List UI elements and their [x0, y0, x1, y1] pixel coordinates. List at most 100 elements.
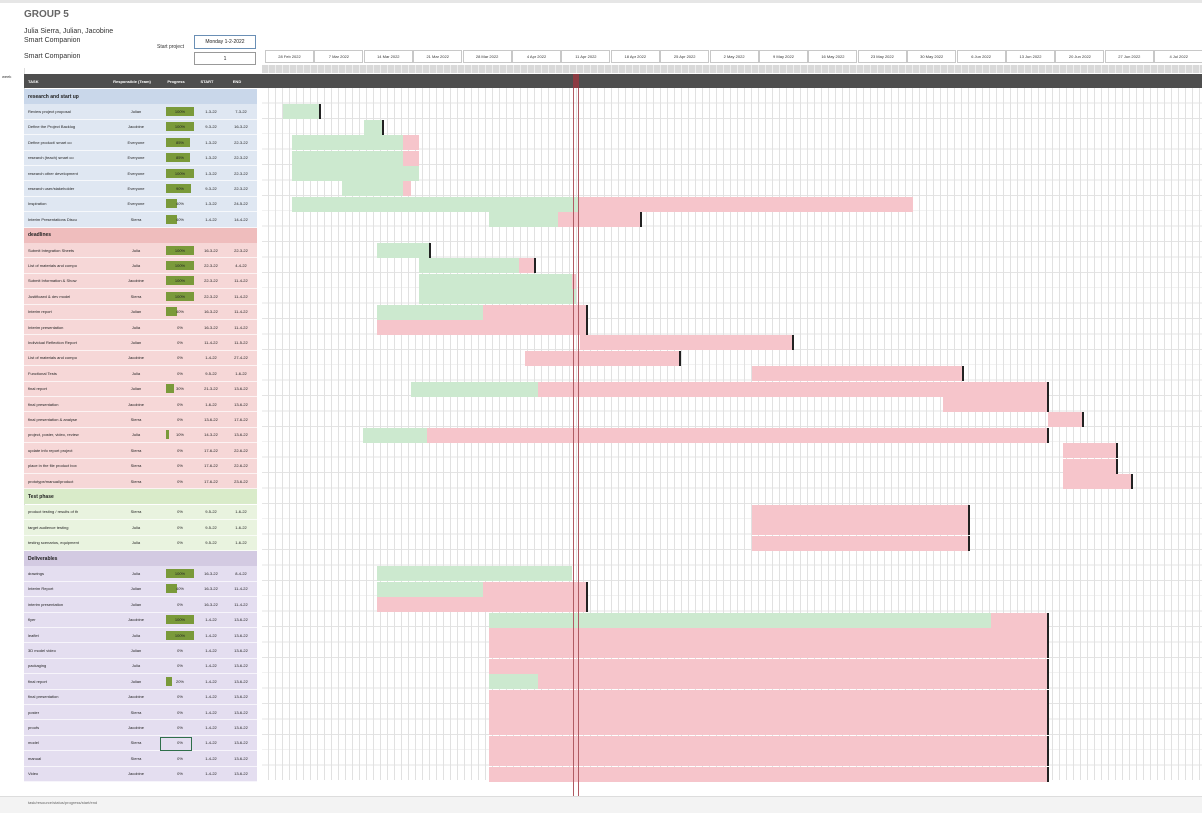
task-responsible[interactable]: Julia [108, 432, 164, 437]
task-name[interactable]: drawings [24, 571, 108, 576]
task-start[interactable]: 1-4-22 [196, 740, 226, 745]
task-end[interactable]: 22-6-22 [226, 463, 256, 468]
task-progress[interactable]: 100% [164, 106, 196, 117]
task-name[interactable]: prototype/manual/product [24, 479, 108, 484]
task-row[interactable]: final report Julian 30% 21-3-22 13-6-22 [24, 381, 257, 397]
task-end[interactable]: 13-6-22 [226, 633, 256, 638]
task-progress[interactable]: 0% [164, 707, 196, 718]
task-row[interactable]: research (teach) smart co Everyone 85% 1-3-… [24, 150, 257, 166]
task-progress[interactable]: 0% [164, 599, 196, 610]
task-row[interactable]: research user/stakeholder Everyone 90% 9-3-… [24, 181, 257, 197]
task-responsible[interactable]: Julian [108, 386, 164, 391]
task-end[interactable]: 13-6-22 [226, 432, 256, 437]
task-start[interactable]: 1-4-22 [196, 679, 226, 684]
task-progress[interactable]: 0% [164, 368, 196, 379]
task-start[interactable]: 1-4-22 [196, 663, 226, 668]
task-start[interactable]: 22-3-22 [196, 294, 226, 299]
task-progress[interactable]: 90% [164, 183, 196, 194]
task-name[interactable]: model [24, 740, 108, 745]
task-responsible[interactable]: Jacobine [108, 771, 164, 776]
task-responsible[interactable]: Julia [108, 263, 164, 268]
task-row[interactable]: packaging Julia 0% 1-4-22 13-6-22 [24, 658, 257, 675]
task-start[interactable]: 16-3-22 [196, 586, 226, 591]
task-progress[interactable]: 40% [164, 306, 196, 317]
task-end[interactable]: 22-3-22 [226, 140, 256, 145]
task-row[interactable]: proofs Jacobine 0% 1-4-22 13-6-22 [24, 720, 257, 736]
task-end[interactable]: 22-6-22 [226, 448, 256, 453]
task-start[interactable]: 13-6-22 [196, 417, 226, 422]
task-responsible[interactable]: Julia [108, 633, 164, 638]
task-responsible[interactable]: Jacobine [108, 278, 164, 283]
task-row[interactable]: Functional Tests Julia 0% 9-5-22 1-6-22 [24, 366, 257, 382]
task-name[interactable]: final report [24, 679, 108, 684]
task-name[interactable]: testing scenarios, equipment [24, 540, 108, 545]
task-progress[interactable]: 85% [164, 137, 196, 148]
task-name[interactable]: Interim presentation [24, 325, 108, 330]
task-name[interactable]: Interim Report [24, 586, 108, 591]
task-responsible[interactable]: Everyone [108, 201, 164, 206]
task-row[interactable]: place in the file product box Sierra 0% 17-… [24, 458, 257, 474]
task-progress[interactable]: 85% [164, 152, 196, 163]
task-responsible[interactable]: Everyone [108, 140, 164, 145]
task-start[interactable]: 1-3-22 [196, 171, 226, 176]
task-start[interactable]: 1-4-22 [196, 725, 226, 730]
task-name[interactable]: manual [24, 756, 108, 761]
task-name[interactable]: 3D model video [24, 648, 108, 653]
task-row[interactable]: Interim presentation Julia 0% 16-3-22 11-4-2… [24, 320, 257, 336]
task-progress[interactable]: 40% [164, 214, 196, 225]
task-start[interactable]: 9-5-22 [196, 525, 226, 530]
task-responsible[interactable]: Julian [108, 648, 164, 653]
task-progress[interactable]: 0% [164, 460, 196, 471]
task-end[interactable]: 11-4-22 [226, 586, 256, 591]
task-responsible[interactable]: Julia [108, 571, 164, 576]
task-end[interactable]: 16-3-22 [226, 124, 256, 129]
task-row[interactable]: Individual Reflection Report Julian 0% 11-4… [24, 335, 257, 351]
task-row[interactable]: research other development Everyone 100% 1-… [24, 166, 257, 182]
task-end[interactable]: 17-6-22 [226, 417, 256, 422]
task-end[interactable]: 1-6-22 [226, 509, 256, 514]
task-end[interactable]: 13-6-22 [226, 740, 256, 745]
task-row[interactable]: final presentation & analyse Sierra 0% 13-6… [24, 412, 257, 428]
task-name[interactable]: Define the Project Backlog [24, 124, 108, 129]
task-responsible[interactable]: Julia [108, 540, 164, 545]
task-end[interactable]: 13-6-22 [226, 663, 256, 668]
task-responsible[interactable]: Sierra [108, 756, 164, 761]
task-end[interactable]: 23-6-22 [226, 479, 256, 484]
task-end[interactable]: 13-6-22 [226, 710, 256, 715]
task-row[interactable]: target audience testing Julia 0% 9-5-22 1-6-… [24, 520, 257, 536]
task-start[interactable]: 1-4-22 [196, 355, 226, 360]
task-row[interactable]: Define product/ smart co Everyone 85% 1-3-2… [24, 135, 257, 151]
task-progress[interactable]: 0% [164, 322, 196, 333]
task-responsible[interactable]: Julia [108, 325, 164, 330]
task-row[interactable]: 3D model video Julian 0% 1-4-22 13-6-22 [24, 643, 257, 659]
task-name[interactable]: final presentation [24, 694, 108, 699]
task-end[interactable]: 1-6-22 [226, 525, 256, 530]
task-name[interactable]: Interim report [24, 309, 108, 314]
start-date-input[interactable]: Monday 1-2-2022 [194, 35, 256, 49]
task-responsible[interactable]: Julian [108, 340, 164, 345]
task-start[interactable]: 21-3-22 [196, 386, 226, 391]
task-name[interactable]: Justificaed & dev model [24, 294, 108, 299]
task-start[interactable]: 11-4-22 [196, 340, 226, 345]
task-row[interactable]: List of materials and compo Julia 100% 22-3… [24, 258, 257, 274]
task-end[interactable]: 11-4-22 [226, 325, 256, 330]
task-progress[interactable]: 100% [164, 275, 196, 286]
week-scroll-input[interactable]: 1 [194, 52, 256, 65]
task-name[interactable]: Inspiration [24, 201, 108, 206]
task-responsible[interactable]: Julian [108, 602, 164, 607]
task-end[interactable]: 13-6-22 [226, 694, 256, 699]
task-name[interactable]: final report [24, 386, 108, 391]
task-progress[interactable]: 0% [164, 337, 196, 348]
task-row[interactable]: final presentation Jacobine 0% 1-4-22 13-6-2… [24, 689, 257, 705]
task-responsible[interactable]: Everyone [108, 171, 164, 176]
task-row[interactable]: Inspiration Everyone 40% 1-3-22 24-5-22 [24, 196, 257, 213]
task-start[interactable]: 16-3-22 [196, 309, 226, 314]
task-start[interactable]: 16-3-22 [196, 571, 226, 576]
task-start[interactable]: 22-3-22 [196, 278, 226, 283]
task-row[interactable]: poster Sierra 0% 1-4-22 13-6-22 [24, 705, 257, 721]
task-progress[interactable]: 0% [164, 537, 196, 548]
task-row[interactable]: Justificaed & dev model Sierra 100% 22-3-22… [24, 289, 257, 305]
task-end[interactable]: 13-6-22 [226, 648, 256, 653]
task-name[interactable]: Functional Tests [24, 371, 108, 376]
task-row[interactable]: Interim Presentations Discu Sierra 40% 1-4-… [24, 212, 257, 228]
